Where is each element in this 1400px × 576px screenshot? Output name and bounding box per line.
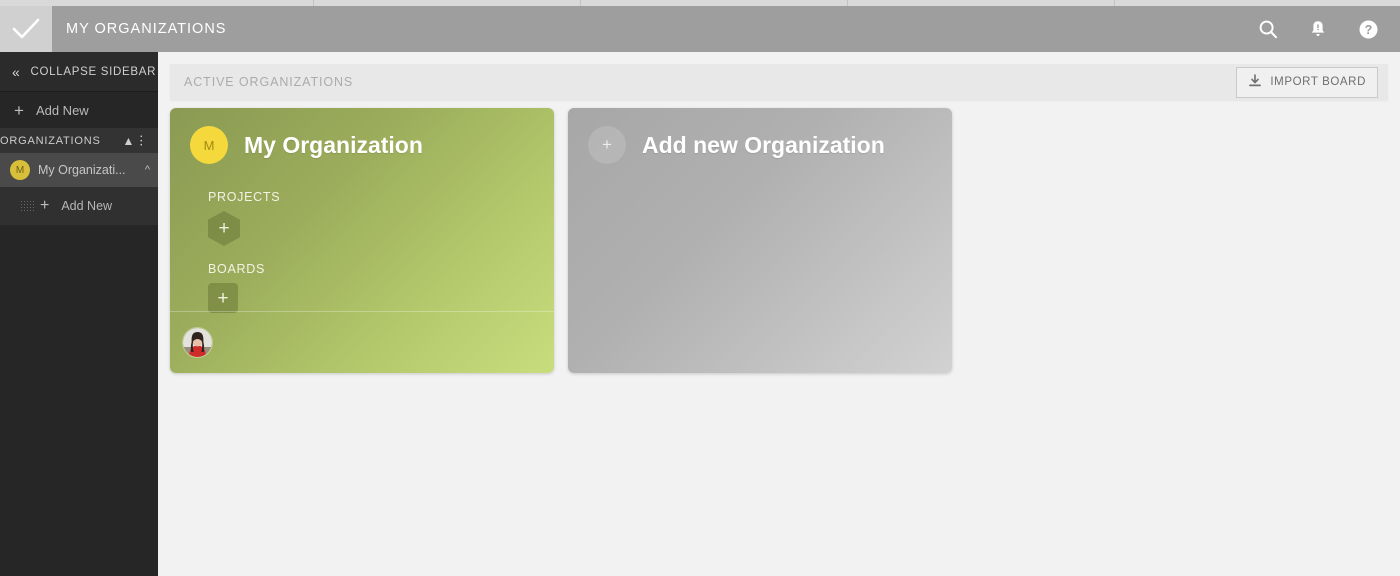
chevron-up-icon[interactable]: ^ [145, 164, 150, 176]
page-title: MY ORGANIZATIONS [66, 21, 227, 37]
import-board-button[interactable]: IMPORT BOARD [1236, 66, 1378, 98]
top-bar-actions: ? [1256, 17, 1380, 41]
drag-dots-icon [20, 200, 34, 212]
sidebar-section-label: ORGANIZATIONS [0, 134, 101, 147]
sidebar-sub-add-new-button[interactable]: + Add New [0, 187, 158, 225]
add-new-organization-title: Add new Organization [642, 131, 885, 158]
organization-card[interactable]: M My Organization PROJECTS + BOARDS + [170, 108, 554, 373]
sidebar-section-organizations[interactable]: ORGANIZATIONS ▲︙ [0, 128, 158, 153]
projects-label: PROJECTS [208, 190, 281, 204]
plus-icon: + [218, 218, 230, 239]
sidebar-item-label: My Organizati... [38, 163, 126, 177]
svg-text:?: ? [1364, 23, 1372, 37]
organization-card-header: M My Organization [170, 108, 554, 164]
sidebar-item-my-organization[interactable]: M My Organizati... ^ [0, 153, 158, 187]
sidebar-add-new-button[interactable]: + Add New [0, 92, 158, 128]
add-board-button[interactable]: + [208, 283, 238, 313]
app-root: MY ORGANIZATIONS ? « COLLAPSE SIDEBAR + … [0, 0, 1400, 576]
plus-icon: + [40, 197, 50, 214]
notifications-bell-icon[interactable] [1306, 17, 1330, 41]
active-organizations-title: ACTIVE ORGANIZATIONS [184, 75, 354, 89]
download-icon [1248, 73, 1262, 91]
plus-icon: + [14, 100, 24, 120]
main-content: ACTIVE ORGANIZATIONS IMPORT BOARD M My O… [158, 52, 1400, 576]
sidebar: « COLLAPSE SIDEBAR + Add New ORGANIZATIO… [0, 52, 158, 576]
member-avatar[interactable] [183, 328, 212, 357]
avatar: M [190, 126, 228, 164]
add-new-organization-card[interactable]: + Add new Organization [568, 108, 952, 373]
plus-icon: + [588, 126, 626, 164]
boards-label: BOARDS [208, 262, 265, 276]
help-icon[interactable]: ? [1356, 17, 1380, 41]
collapse-sidebar-button[interactable]: « COLLAPSE SIDEBAR [0, 52, 158, 91]
chevron-double-up-icon[interactable]: ▲︙ [123, 135, 148, 147]
organization-card-title: My Organization [244, 131, 423, 158]
import-board-label: IMPORT BOARD [1270, 76, 1366, 88]
checkmark-logo-icon [12, 18, 40, 40]
organization-cards: M My Organization PROJECTS + BOARDS + + … [158, 100, 1400, 373]
app-logo[interactable] [0, 6, 52, 52]
avatar: M [10, 160, 30, 180]
search-icon[interactable] [1256, 17, 1280, 41]
add-project-button[interactable]: + [208, 211, 240, 246]
content-header: ACTIVE ORGANIZATIONS IMPORT BOARD [170, 64, 1388, 100]
top-bar: MY ORGANIZATIONS ? [0, 6, 1400, 52]
chevron-double-left-icon: « [12, 63, 21, 80]
organization-card-body: PROJECTS + BOARDS + [170, 164, 554, 313]
plus-icon: + [217, 287, 229, 309]
collapse-sidebar-label: COLLAPSE SIDEBAR [30, 65, 157, 78]
sidebar-sub-add-new-label: Add New [61, 199, 113, 213]
add-new-card-header: + Add new Organization [568, 108, 952, 164]
organization-card-footer [170, 311, 554, 373]
sidebar-add-new-label: Add New [35, 102, 89, 118]
